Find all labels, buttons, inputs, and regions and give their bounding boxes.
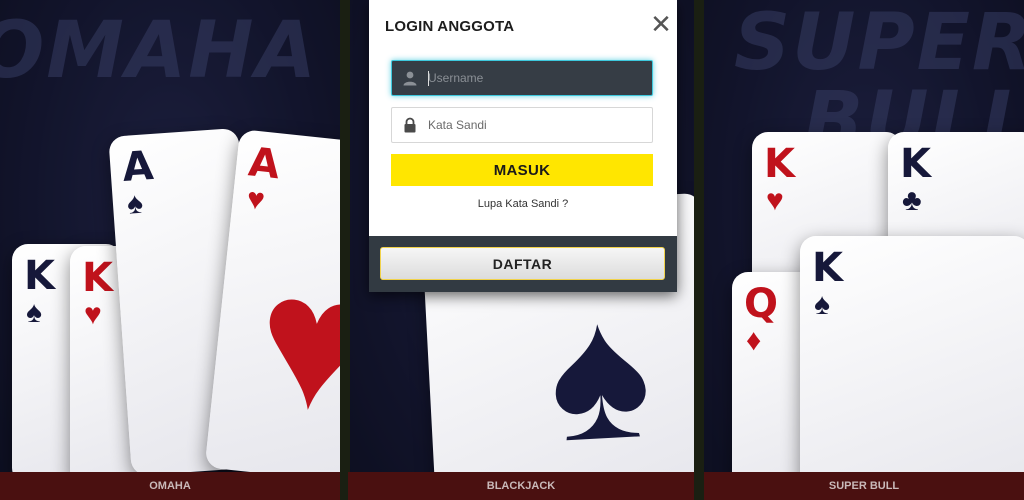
card-rank: K xyxy=(24,253,55,299)
login-button[interactable]: MASUK xyxy=(391,154,653,186)
spade-icon: ♠ xyxy=(26,296,42,329)
spade-icon: ♠ xyxy=(125,186,145,221)
game-label-super-bull: SUPER BULL xyxy=(704,472,1024,500)
username-field[interactable] xyxy=(391,60,653,96)
username-input[interactable] xyxy=(428,61,648,95)
card-rank: A xyxy=(120,142,156,191)
card-rank: K xyxy=(82,255,113,301)
user-icon xyxy=(403,71,417,86)
close-icon[interactable]: ✕ xyxy=(649,12,673,38)
diamond-icon: ♦ xyxy=(746,324,762,357)
spade-icon: ♠ xyxy=(543,264,656,482)
game-tile-super-bull[interactable]: SUPER BULL K ♥ K ♣ Q ♦ K ♠ SUPER BULL xyxy=(704,0,1024,500)
playing-card: K ♠ xyxy=(800,236,1024,500)
card-rank: K xyxy=(900,141,931,187)
club-icon: ♣ xyxy=(902,184,922,217)
panel-divider xyxy=(340,0,350,500)
omaha-background-title: OMAHA xyxy=(0,6,318,96)
modal-footer: DAFTAR xyxy=(369,236,677,292)
login-modal: LOGIN ANGGOTA ✕ MASUK Lupa Kata Sandi ? … xyxy=(369,0,677,292)
card-rank: K xyxy=(764,141,795,187)
panel-divider xyxy=(694,0,704,500)
card-rank: Q xyxy=(744,281,779,327)
modal-title: LOGIN ANGGOTA xyxy=(385,18,515,35)
spade-icon: ♠ xyxy=(814,288,830,321)
game-tile-omaha[interactable]: OMAHA K ♠ K ♥ A ♠ A ♥ ♥ OMAHA xyxy=(0,0,340,500)
card-rank: A xyxy=(246,139,282,189)
game-label-blackjack: BLACKJACK xyxy=(348,472,694,500)
heart-icon: ♥ xyxy=(766,184,784,217)
forgot-password-link[interactable]: Lupa Kata Sandi ? xyxy=(369,198,677,210)
heart-icon: ♥ xyxy=(84,298,102,331)
password-input[interactable] xyxy=(428,108,648,142)
heart-icon: ♥ xyxy=(247,231,340,455)
register-button[interactable]: DAFTAR xyxy=(380,247,665,280)
card-rank: K xyxy=(812,245,843,291)
password-field[interactable] xyxy=(391,107,653,143)
game-label-omaha: OMAHA xyxy=(0,472,340,500)
lock-icon xyxy=(404,117,416,133)
super-bull-title-line-1: SUPER xyxy=(733,0,1024,88)
heart-icon: ♥ xyxy=(245,182,267,217)
